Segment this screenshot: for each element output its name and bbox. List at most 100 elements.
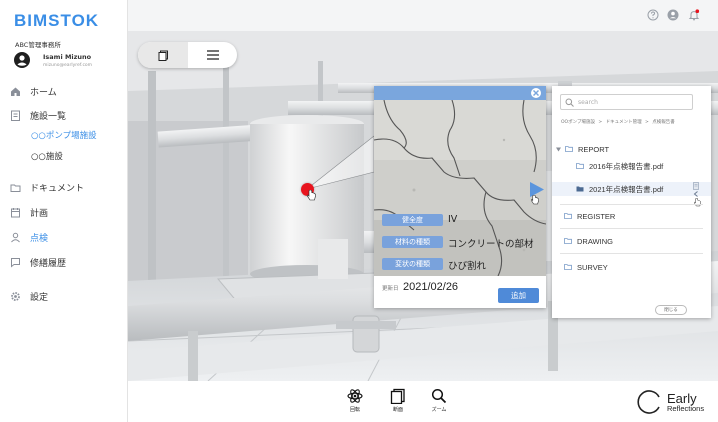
user-email: mizuno@earlyref.com	[43, 63, 93, 68]
soundness-tag: 健全度	[382, 214, 443, 226]
file-label: 2021年点検報告書.pdf	[589, 184, 664, 194]
sidebar-item-label: 計画	[30, 209, 49, 219]
soundness-value: IV	[448, 214, 458, 225]
folder-survey[interactable]: SURVEY	[552, 260, 711, 274]
bottom-toolbar	[128, 381, 718, 422]
menu-view-button[interactable]	[188, 42, 237, 68]
document-panel: search OOポンプ場施設 > ドキュメント管理 > 点検報告書 REPOR…	[552, 86, 711, 318]
sidebar-item-label: ホーム	[30, 88, 57, 98]
search-placeholder: search	[578, 98, 598, 106]
caret-down-icon[interactable]	[556, 147, 561, 152]
folder-drawing[interactable]: DRAWING	[552, 234, 711, 248]
breadcrumb-separator: >	[598, 120, 603, 125]
material-tag: 材料の種類	[382, 236, 443, 248]
view-mode-toggle[interactable]	[138, 42, 237, 68]
folder-label: REPORT	[578, 144, 610, 154]
folder-icon	[10, 182, 21, 193]
panel-icon	[158, 50, 168, 61]
folder-register[interactable]: REGISTER	[552, 209, 711, 223]
sidebar-item-repair-history[interactable]: 修繕履歴	[10, 256, 66, 269]
sidebar-item-label: ドキュメント	[30, 184, 85, 194]
sidebar-item-label: 設定	[30, 293, 49, 303]
divider	[560, 253, 703, 254]
logo-line1: Early	[667, 390, 697, 406]
popup-header	[374, 86, 546, 100]
sidebar: BIMSTOK ABC管理事務所 Isami Mizuno mizuno@ear…	[0, 0, 128, 422]
home-icon	[10, 86, 21, 97]
folder-label: SURVEY	[577, 262, 608, 272]
rotate-atom-icon	[347, 389, 363, 403]
chevron-left-icon[interactable]	[692, 190, 700, 198]
sidebar-item-settings[interactable]: 設定	[10, 290, 48, 303]
close-icon	[533, 90, 539, 96]
person-icon	[10, 232, 21, 243]
breadcrumb-item[interactable]: ドキュメント管理	[606, 120, 642, 125]
add-button[interactable]: 追加	[498, 288, 539, 303]
breadcrumb-separator: >	[645, 120, 649, 125]
hand-cursor-icon	[307, 190, 316, 201]
sidebar-item-label: 修繕履歴	[30, 259, 67, 269]
logo-line2: Reflections	[667, 403, 705, 413]
hand-cursor-icon	[694, 198, 701, 207]
deformation-tag: 変状の種類	[382, 258, 443, 270]
sidebar-item-plan[interactable]: 計画	[10, 206, 48, 219]
sidebar-item-inspection[interactable]: 点検	[10, 231, 48, 244]
updated-date: 2021/02/26	[403, 281, 459, 293]
reflections-logo-icon	[637, 390, 660, 414]
tool-label: 回転	[349, 407, 360, 413]
document-icon[interactable]	[692, 182, 700, 190]
tool-label: 断面	[392, 407, 403, 413]
notification-bell-icon[interactable]	[688, 9, 700, 21]
file-2021-report[interactable]: 2021年点検報告書.pdf	[552, 182, 711, 196]
account-icon[interactable]	[667, 9, 679, 21]
folder-icon	[565, 146, 573, 152]
office-name: ABC管理事務所	[15, 41, 61, 49]
sidebar-subitem-pump-facility[interactable]: ○○ポンプ場施設	[31, 129, 97, 141]
deformation-value: ひび割れ	[448, 261, 487, 272]
building-list-icon	[10, 110, 21, 121]
breadcrumb-item[interactable]: OOポンプ場施設	[561, 120, 595, 125]
hand-cursor-icon	[531, 195, 539, 205]
breadcrumb-item[interactable]: 点検報告書	[652, 120, 675, 125]
file-2016-report[interactable]: 2016年点検報告書.pdf	[552, 159, 711, 173]
help-icon[interactable]	[647, 9, 659, 21]
tool-label: ズーム	[431, 407, 447, 413]
updated-label: 更新日	[382, 286, 399, 292]
early-reflections-logo: Early Reflections	[637, 389, 704, 415]
divider	[560, 228, 703, 229]
calendar-icon	[10, 207, 21, 218]
sidebar-item-home[interactable]: ホーム	[10, 85, 57, 98]
folder-label: DRAWING	[577, 236, 613, 246]
sidebar-item-facilities[interactable]: 施設一覧	[10, 109, 66, 122]
zoom-icon	[431, 388, 447, 404]
zoom-tool-button[interactable]: ズーム	[427, 388, 451, 413]
folder-icon	[564, 264, 572, 270]
menu-icon	[206, 50, 219, 60]
folder-icon	[564, 213, 572, 219]
search-icon	[565, 98, 574, 107]
chat-icon	[10, 257, 21, 268]
file-label: 2016年点検報告書.pdf	[589, 161, 664, 171]
divider	[560, 204, 703, 205]
sidebar-subitem-facility[interactable]: ○○施設	[31, 150, 63, 162]
avatar-icon[interactable]	[14, 52, 30, 68]
section-tool-button[interactable]: 断面	[386, 388, 410, 413]
section-icon	[390, 388, 405, 404]
folder-filled-icon	[576, 186, 584, 192]
folder-report[interactable]: REPORT	[552, 142, 711, 156]
panel-view-button[interactable]	[138, 42, 188, 68]
breadcrumb: OOポンプ場施設 > ドキュメント管理 > 点検報告書	[561, 119, 709, 125]
sidebar-item-label: 施設一覧	[30, 112, 67, 122]
folder-label: REGISTER	[577, 211, 616, 221]
close-panel-button[interactable]: 閉じる	[655, 305, 687, 315]
inspection-popup: 更新日 2021/02/26 健全度 IV 材料の種類 コンクリートの部材 変状…	[374, 86, 546, 308]
rotate-tool-button[interactable]: 回転	[343, 388, 367, 413]
gear-icon	[10, 291, 21, 302]
folder-icon	[576, 163, 584, 169]
brand-logo[interactable]: BIMSTOK	[14, 11, 99, 31]
popup-close-button[interactable]	[531, 88, 541, 98]
sidebar-item-label: 点検	[30, 234, 49, 244]
search-input[interactable]: search	[560, 94, 693, 110]
sidebar-item-documents[interactable]: ドキュメント	[10, 181, 84, 194]
top-bar	[128, 0, 718, 31]
